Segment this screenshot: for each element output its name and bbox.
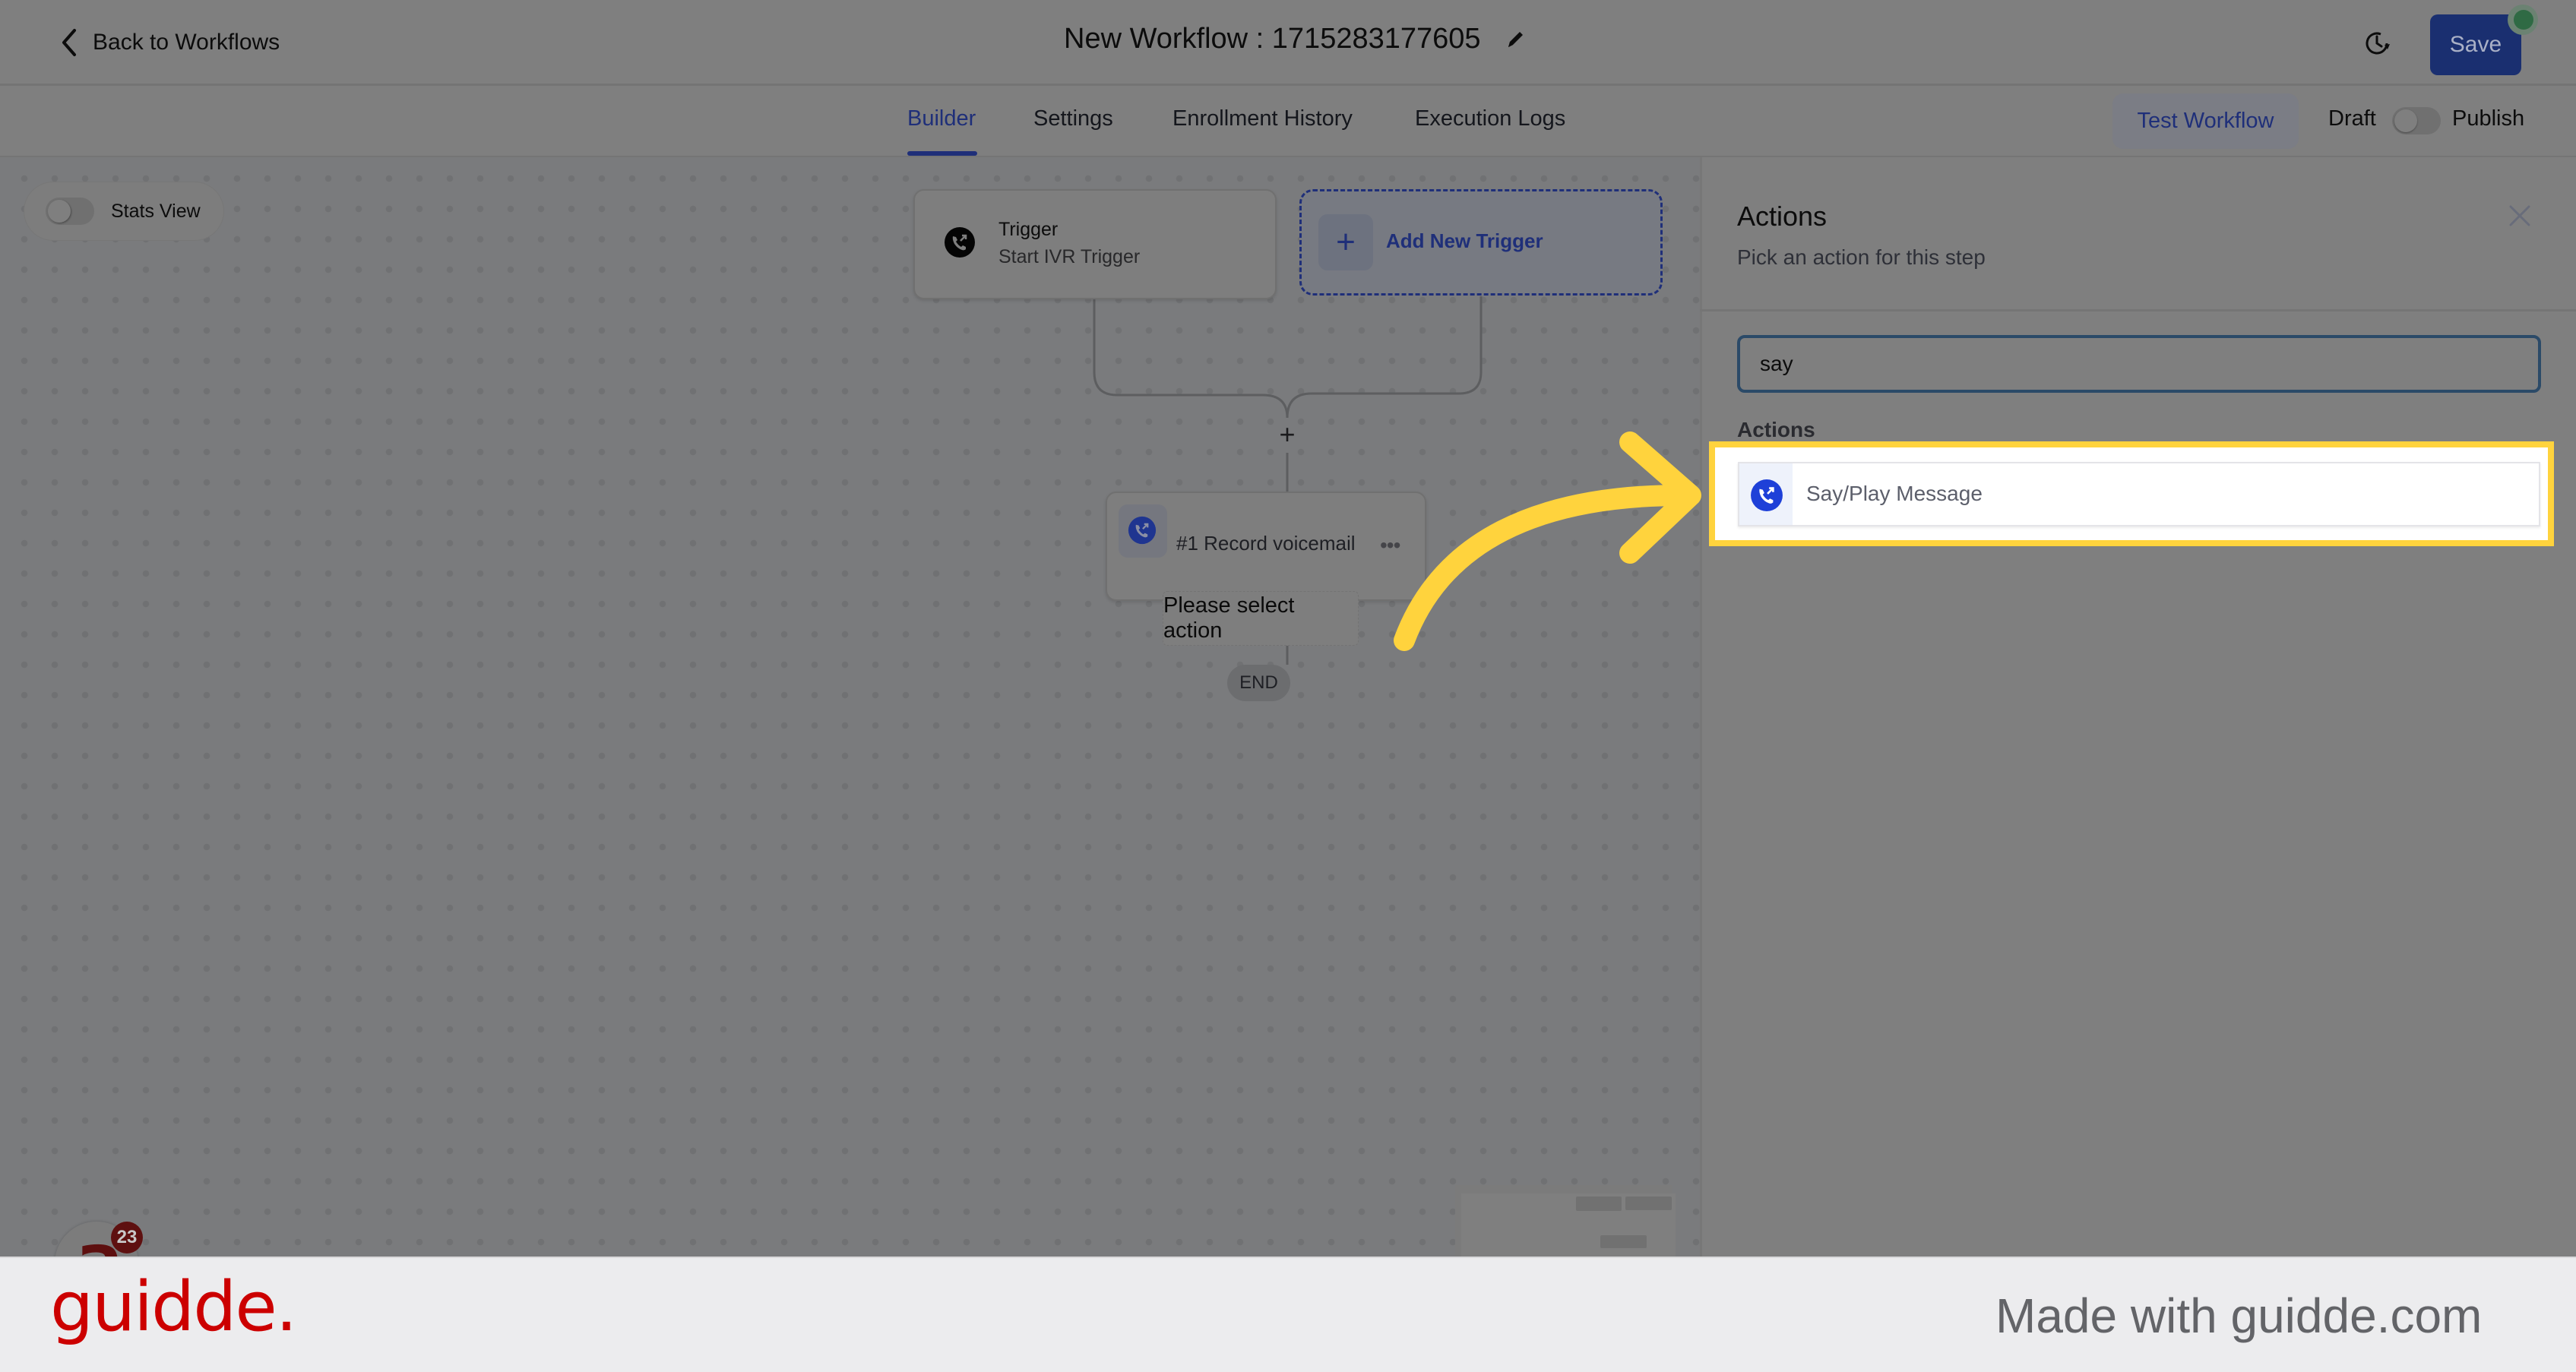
minimap[interactable] xyxy=(1455,1185,1676,1267)
status-dot xyxy=(2514,10,2533,30)
tab-enrollment-history[interactable]: Enrollment History xyxy=(1172,106,1353,131)
plus-icon: + xyxy=(1318,214,1373,270)
step-label: #1 Record voicemail xyxy=(1176,532,1356,555)
add-step-button[interactable]: + xyxy=(1276,421,1299,448)
action-item-label: Say/Play Message xyxy=(1806,482,1983,505)
minimap-node xyxy=(1600,1235,1647,1248)
action-search-input[interactable] xyxy=(1737,335,2541,393)
version-history-icon[interactable] xyxy=(2362,28,2392,58)
minimap-viewport xyxy=(1461,1193,1676,1267)
notification-badge: 23 xyxy=(111,1222,143,1253)
workflow-title: New Workflow : 1715283177605 xyxy=(1064,23,1527,55)
active-tab-indicator xyxy=(907,151,977,156)
toggle-knob xyxy=(48,200,71,223)
made-with-guidde: Made with guidde.com xyxy=(1995,1288,2483,1343)
chevron-left-icon xyxy=(62,29,76,56)
publish-label: Publish xyxy=(2452,106,2525,131)
more-options-icon[interactable]: ••• xyxy=(1380,533,1400,558)
actions-section-label: Actions xyxy=(1737,418,1815,441)
publish-toggle[interactable] xyxy=(2392,107,2441,134)
back-to-workflows-link[interactable]: Back to Workflows xyxy=(59,27,280,58)
trigger-title: Trigger xyxy=(998,219,1059,240)
stats-view-label: Stats View xyxy=(111,200,201,222)
trigger-subtitle: Start IVR Trigger xyxy=(998,246,1141,267)
workflow-canvas[interactable] xyxy=(0,157,1700,1257)
minimap-node xyxy=(1625,1197,1672,1210)
back-label: Back to Workflows xyxy=(93,30,280,55)
panel-subtitle: Pick an action for this step xyxy=(1737,245,1986,269)
stats-view-switch[interactable] xyxy=(46,198,94,225)
phone-forward-icon xyxy=(945,227,975,258)
panel-title: Actions xyxy=(1737,201,1828,232)
toggle-knob xyxy=(2394,109,2417,132)
close-icon[interactable] xyxy=(2508,204,2532,228)
workflow-title-text: New Workflow : 1715283177605 xyxy=(1064,23,1481,55)
end-node: END xyxy=(1227,665,1290,701)
guidde-logo: guidde. xyxy=(50,1267,297,1347)
tab-builder[interactable]: Builder xyxy=(907,106,976,131)
actions-panel xyxy=(1700,157,2576,1257)
test-workflow-button[interactable]: Test Workflow xyxy=(2112,93,2299,149)
stats-view-toggle[interactable]: Stats View xyxy=(24,182,223,240)
panel-divider xyxy=(1700,309,2576,311)
add-new-trigger-label: Add New Trigger xyxy=(1386,229,1543,252)
draft-label: Draft xyxy=(2328,106,2376,131)
tab-settings[interactable]: Settings xyxy=(1033,106,1113,131)
tab-execution-logs[interactable]: Execution Logs xyxy=(1415,106,1565,131)
phone-forward-icon xyxy=(1128,516,1157,545)
select-action-placeholder[interactable]: Please select action xyxy=(1163,591,1359,646)
phone-forward-icon xyxy=(1751,479,1783,511)
edit-pencil-icon[interactable] xyxy=(1504,28,1527,51)
minimap-node xyxy=(1576,1197,1622,1211)
